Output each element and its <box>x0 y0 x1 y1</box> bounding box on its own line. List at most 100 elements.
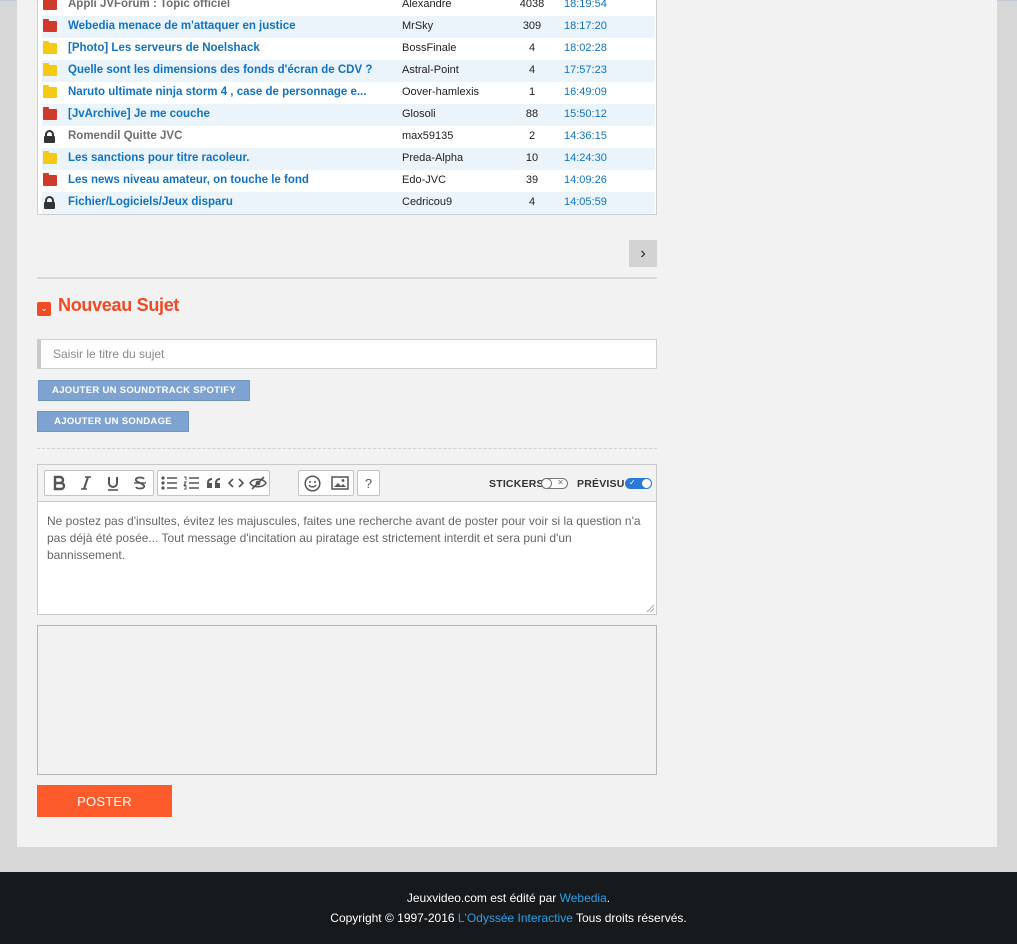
bold-icon[interactable] <box>45 471 72 495</box>
topic-title-link[interactable]: [Photo] Les serveurs de Noelshack <box>68 42 388 54</box>
folder-red-icon <box>43 173 57 186</box>
numbered-list-icon[interactable] <box>180 471 202 495</box>
section-divider <box>37 277 657 279</box>
topic-title-link[interactable]: Webedia menace de m'attaquer en justice <box>68 20 388 32</box>
topic-reply-count: 1 <box>528 86 536 98</box>
toggle-knob <box>641 478 652 489</box>
topic-author[interactable]: Cedricou9 <box>402 196 452 208</box>
add-spotify-soundtrack-button[interactable]: AJOUTER UN SOUNDTRACK SPOTIFY <box>38 380 250 401</box>
image-icon[interactable] <box>326 471 353 495</box>
folder-red-icon <box>43 0 57 10</box>
code-icon[interactable] <box>225 471 247 495</box>
message-preview-area <box>37 625 657 775</box>
topic-author[interactable]: BossFinale <box>402 42 456 54</box>
topic-last-message-time[interactable]: 16:49:09 <box>564 86 607 98</box>
message-textarea[interactable]: Ne postez pas d'insultes, évitez les maj… <box>47 513 647 564</box>
topic-author[interactable]: MrSky <box>402 20 433 32</box>
dashed-divider <box>37 448 657 449</box>
topic-author[interactable]: Alexandre <box>402 0 452 10</box>
topic-reply-count: 4038 <box>519 0 545 10</box>
quote-icon[interactable] <box>202 471 224 495</box>
post-button[interactable]: POSTER <box>37 785 172 817</box>
folder-red-icon <box>43 19 57 32</box>
topic-title-link[interactable]: Les news niveau amateur, on touche le fo… <box>68 174 388 186</box>
topic-last-message-time[interactable]: 14:09:26 <box>564 174 607 186</box>
chevron-down-icon: ⌄ <box>40 303 48 314</box>
format-button-group <box>44 470 154 496</box>
footer-text: Jeuxvideo.com est édité par <box>406 891 560 905</box>
topic-row[interactable]: Appli JVForum : Topic officiel Alexandre 4… <box>42 0 655 16</box>
footer-text: Tous droits réservés. <box>572 911 687 925</box>
topic-row[interactable]: Romendil Quitte JVC max59135 2 14:36:15 <box>42 126 655 148</box>
topic-author[interactable]: Astral-Point <box>402 64 459 76</box>
footer-line-copyright: Copyright © 1997-2016 L'Odyssée Interact… <box>0 911 1017 925</box>
add-poll-button[interactable]: AJOUTER UN SONDAGE <box>37 411 189 432</box>
topic-row[interactable]: Quelle sont les dimensions des fonds d'é… <box>42 60 655 82</box>
topic-last-message-time[interactable]: 18:02:28 <box>564 42 607 54</box>
topic-reply-count: 4 <box>528 64 536 76</box>
topic-author[interactable]: Oover-hamlexis <box>402 86 479 98</box>
topic-row[interactable]: [Photo] Les serveurs de Noelshack BossFin… <box>42 38 655 60</box>
topic-last-message-time[interactable]: 14:05:59 <box>564 196 607 208</box>
footer-line-editor: Jeuxvideo.com est édité par Webedia. <box>0 891 1017 905</box>
topic-title-link[interactable]: Naruto ultimate ninja storm 4 , case de … <box>68 86 388 98</box>
topic-last-message-time[interactable]: 15:50:12 <box>564 108 607 120</box>
topic-reply-count: 39 <box>525 174 539 186</box>
topic-row[interactable]: Webedia menace de m'attaquer en justice M… <box>42 16 655 38</box>
topic-row[interactable]: Les sanctions pour titre racoleur. Preda-… <box>42 148 655 170</box>
toggle-knob <box>541 478 552 489</box>
folder-yellow-icon <box>43 85 57 98</box>
topic-author[interactable]: max59135 <box>402 130 453 142</box>
odyssee-interactive-link[interactable]: L'Odyssée Interactive <box>458 911 573 925</box>
folder-yellow-icon <box>43 63 57 76</box>
topic-author[interactable]: Preda-Alpha <box>402 152 463 164</box>
topic-title-link[interactable]: Fichier/Logiciels/Jeux disparu <box>68 196 388 208</box>
topic-reply-count: 88 <box>525 108 539 120</box>
topic-list: Appli JVForum : Topic officiel Alexandre 4… <box>37 0 657 215</box>
topic-title-link[interactable]: [JvArchive] Je me couche <box>68 108 388 120</box>
webedia-link[interactable]: Webedia <box>560 891 607 905</box>
editor-toolbar: ? STICKERS ✕ PRÉVISU ✓ <box>38 465 656 502</box>
spoiler-icon[interactable] <box>247 471 269 495</box>
folder-yellow-icon <box>43 41 57 54</box>
topic-title-link[interactable]: Les sanctions pour titre racoleur. <box>68 152 388 164</box>
stickers-label: STICKERS <box>489 478 544 490</box>
topic-row[interactable]: [JvArchive] Je me couche Glosoli 88 15:50:1… <box>42 104 655 126</box>
site-footer: Jeuxvideo.com est édité par Webedia. Cop… <box>0 872 1017 944</box>
topic-last-message-time[interactable]: 18:19:54 <box>564 0 607 10</box>
block-button-group <box>157 470 270 496</box>
topic-reply-count: 4 <box>528 196 536 208</box>
underline-icon[interactable] <box>99 471 126 495</box>
lock-icon <box>44 130 55 143</box>
topic-last-message-time[interactable]: 17:57:23 <box>564 64 607 76</box>
check-icon: ✓ <box>629 478 636 487</box>
next-page-button[interactable]: › <box>629 240 657 267</box>
smiley-icon[interactable] <box>299 471 326 495</box>
topic-row[interactable]: Naruto ultimate ninja storm 4 , case de … <box>42 82 655 104</box>
resize-handle-icon[interactable] <box>647 605 654 612</box>
preview-toggle[interactable]: ✓ <box>625 478 652 489</box>
italic-icon[interactable] <box>72 471 99 495</box>
topic-title-link[interactable]: Quelle sont les dimensions des fonds d'é… <box>68 64 388 76</box>
topic-last-message-time[interactable]: 14:24:30 <box>564 152 607 164</box>
strikethrough-icon[interactable] <box>126 471 153 495</box>
bullet-list-icon[interactable] <box>158 471 180 495</box>
help-button-group: ? <box>357 470 380 496</box>
collapse-toggle-icon[interactable]: ⌄ <box>37 302 51 316</box>
topic-last-message-time[interactable]: 18:17:20 <box>564 20 607 32</box>
topic-title-link[interactable]: Appli JVForum : Topic officiel <box>68 0 388 10</box>
topic-author[interactable]: Edo-JVC <box>402 174 446 186</box>
topic-author[interactable]: Glosoli <box>402 108 436 120</box>
stickers-toggle[interactable]: ✕ <box>541 478 568 489</box>
folder-yellow-icon <box>43 151 57 164</box>
new-topic-heading: Nouveau Sujet <box>58 295 180 315</box>
topic-row[interactable]: Les news niveau amateur, on touche le fo… <box>42 170 655 192</box>
help-icon[interactable]: ? <box>358 471 379 495</box>
topic-row[interactable]: Fichier/Logiciels/Jeux disparu Cedricou9 4… <box>42 192 655 214</box>
footer-text: Copyright © 1997-2016 <box>330 911 458 925</box>
topic-title-link[interactable]: Romendil Quitte JVC <box>68 130 388 142</box>
topic-reply-count: 10 <box>525 152 539 164</box>
topic-last-message-time[interactable]: 14:36:15 <box>564 130 607 142</box>
subject-title-input[interactable] <box>37 339 657 369</box>
preview-label: PRÉVISU <box>577 478 625 490</box>
